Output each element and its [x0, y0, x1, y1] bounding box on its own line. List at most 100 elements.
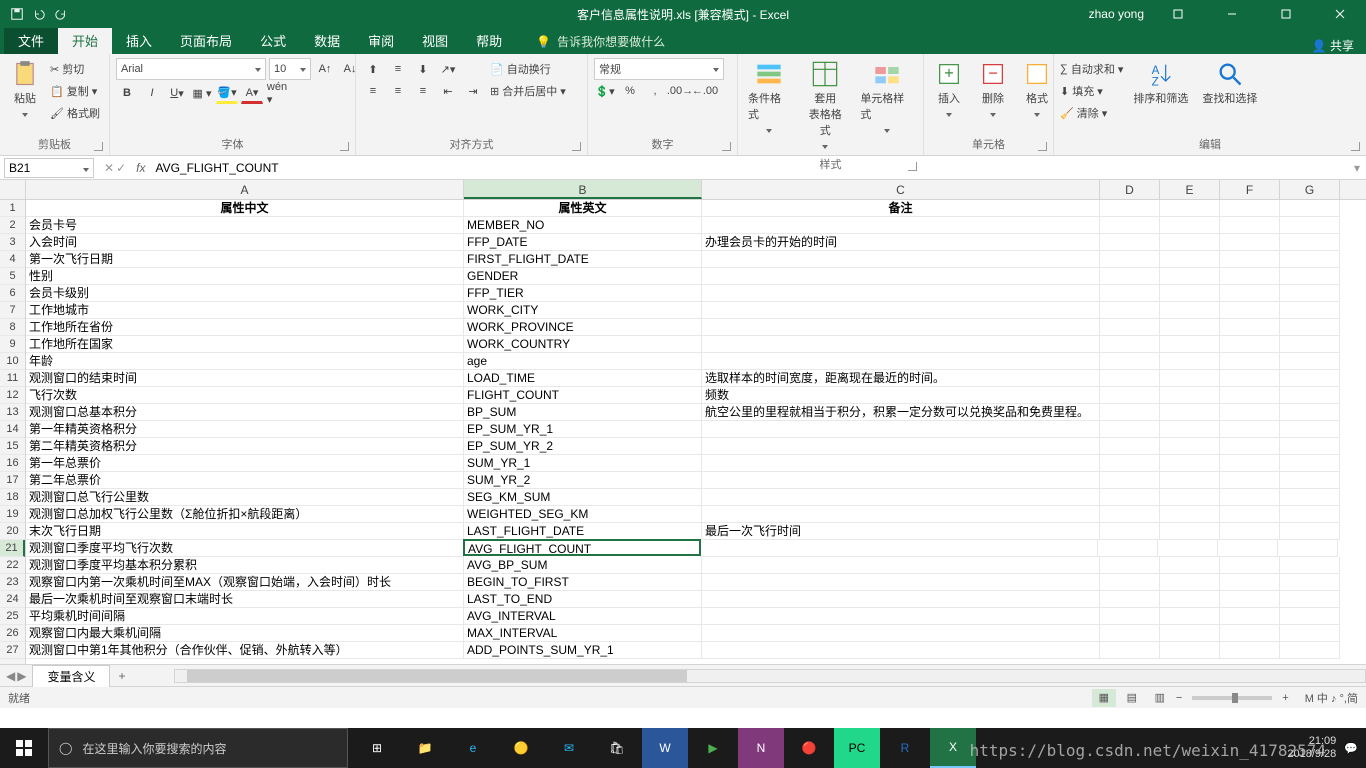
word-icon[interactable]: W	[642, 728, 688, 768]
cell[interactable]	[1160, 336, 1220, 353]
horizontal-scrollbar[interactable]	[174, 669, 1366, 683]
cell[interactable]	[702, 353, 1100, 370]
cell[interactable]	[1100, 489, 1160, 506]
cell[interactable]	[702, 251, 1100, 268]
cell[interactable]: BEGIN_TO_FIRST	[464, 574, 702, 591]
user-name[interactable]: zhao yong	[1089, 7, 1144, 21]
cell[interactable]	[1280, 557, 1340, 574]
cell[interactable]	[1220, 234, 1280, 251]
cell[interactable]	[1220, 285, 1280, 302]
orientation-icon[interactable]: ↗▾	[437, 58, 459, 80]
row-header[interactable]: 13	[0, 404, 25, 421]
cell[interactable]: EP_SUM_YR_1	[464, 421, 702, 438]
bold-button[interactable]: B	[116, 82, 138, 104]
ribbon-options-icon[interactable]	[1158, 0, 1198, 28]
cell[interactable]	[1280, 455, 1340, 472]
cell[interactable]	[1280, 353, 1340, 370]
video-icon[interactable]: ▶	[690, 728, 736, 768]
cells-area[interactable]: 属性中文属性英文备注会员卡号MEMBER_NO入会时间FFP_DATE办理会员卡…	[26, 200, 1366, 664]
cell[interactable]	[1280, 404, 1340, 421]
cell[interactable]	[1100, 319, 1160, 336]
row-header[interactable]: 5	[0, 268, 25, 285]
cell[interactable]	[1220, 251, 1280, 268]
tell-me-search[interactable]: 💡 告诉我你想要做什么	[536, 33, 665, 54]
cell[interactable]	[1160, 591, 1220, 608]
zoom-in-button[interactable]: +	[1282, 692, 1288, 704]
cell[interactable]	[1220, 523, 1280, 540]
format-painter-button[interactable]: 🖌 格式刷	[50, 102, 100, 124]
minimize-button[interactable]	[1212, 0, 1252, 28]
align-right-icon[interactable]: ≡	[412, 80, 434, 102]
fill-color-button[interactable]: 🪣▾	[216, 82, 238, 104]
cell[interactable]: 观测窗口总加权飞行公里数（Σ舱位折扣×航段距离）	[26, 506, 464, 523]
cell[interactable]: 最后一次飞行时间	[702, 523, 1100, 540]
cell[interactable]: ADD_POINTS_SUM_YR_1	[464, 642, 702, 659]
cell[interactable]: 第一年精英资格积分	[26, 421, 464, 438]
cell[interactable]: EP_SUM_YR_2	[464, 438, 702, 455]
cell[interactable]: 工作地所在省份	[26, 319, 464, 336]
row-header[interactable]: 18	[0, 489, 25, 506]
cell[interactable]: AVG_FLIGHT_COUNT	[463, 539, 701, 556]
add-sheet-button[interactable]: +	[110, 669, 133, 683]
row-header[interactable]: 2	[0, 217, 25, 234]
cell[interactable]	[1100, 455, 1160, 472]
underline-button[interactable]: U ▾	[166, 82, 188, 104]
cell[interactable]	[1220, 421, 1280, 438]
number-format-select[interactable]: 常规	[594, 58, 724, 80]
cell[interactable]: 第一年总票价	[26, 455, 464, 472]
cell[interactable]: 会员卡级别	[26, 285, 464, 302]
cell[interactable]	[1100, 370, 1160, 387]
row-header[interactable]: 7	[0, 302, 25, 319]
cell[interactable]	[702, 472, 1100, 489]
font-size-select[interactable]: 10	[269, 58, 311, 80]
cell[interactable]	[1160, 353, 1220, 370]
cell[interactable]	[1280, 217, 1340, 234]
cell[interactable]	[1100, 506, 1160, 523]
cell[interactable]	[702, 455, 1100, 472]
cell[interactable]	[1160, 234, 1220, 251]
cell[interactable]: WORK_PROVINCE	[464, 319, 702, 336]
cell[interactable]	[1160, 285, 1220, 302]
cell[interactable]	[1220, 438, 1280, 455]
comma-icon[interactable]: ,	[644, 80, 666, 102]
row-header[interactable]: 1	[0, 200, 25, 217]
cell[interactable]	[1220, 370, 1280, 387]
page-break-view-icon[interactable]: ▥	[1148, 689, 1172, 707]
italic-button[interactable]: I	[141, 82, 163, 104]
cell[interactable]: 备注	[702, 200, 1100, 217]
cell[interactable]: 属性英文	[464, 200, 702, 217]
cell[interactable]: BP_SUM	[464, 404, 702, 421]
cell[interactable]	[1280, 523, 1340, 540]
cell[interactable]	[1160, 608, 1220, 625]
cell[interactable]	[702, 489, 1100, 506]
row-header[interactable]: 6	[0, 285, 25, 302]
cell[interactable]	[1280, 319, 1340, 336]
cell[interactable]: 第一次飞行日期	[26, 251, 464, 268]
row-header[interactable]: 9	[0, 336, 25, 353]
cell[interactable]	[1100, 251, 1160, 268]
decrease-decimal-icon[interactable]: ←.00	[694, 80, 716, 102]
cell[interactable]	[702, 625, 1100, 642]
tab-view[interactable]: 视图	[408, 27, 462, 54]
cell[interactable]: 年龄	[26, 353, 464, 370]
cell[interactable]	[1280, 489, 1340, 506]
cell[interactable]	[1100, 438, 1160, 455]
cell[interactable]	[702, 302, 1100, 319]
cell[interactable]	[1160, 489, 1220, 506]
cell[interactable]	[702, 319, 1100, 336]
cell[interactable]: 第二年精英资格积分	[26, 438, 464, 455]
tab-review[interactable]: 审阅	[354, 27, 408, 54]
cell[interactable]	[1280, 251, 1340, 268]
cell[interactable]	[1280, 438, 1340, 455]
cell[interactable]: SUM_YR_2	[464, 472, 702, 489]
cell[interactable]	[1160, 319, 1220, 336]
cancel-formula-icon[interactable]: ✕	[104, 161, 114, 175]
cell[interactable]	[1160, 421, 1220, 438]
row-header[interactable]: 24	[0, 591, 25, 608]
cell[interactable]	[1100, 625, 1160, 642]
cell[interactable]: 选取样本的时间宽度，距离现在最近的时间。	[702, 370, 1100, 387]
cell-styles-button[interactable]: 单元格样式	[856, 58, 917, 138]
onenote-icon[interactable]: N	[738, 728, 784, 768]
tab-file[interactable]: 文件	[4, 27, 58, 54]
cell[interactable]	[1220, 608, 1280, 625]
